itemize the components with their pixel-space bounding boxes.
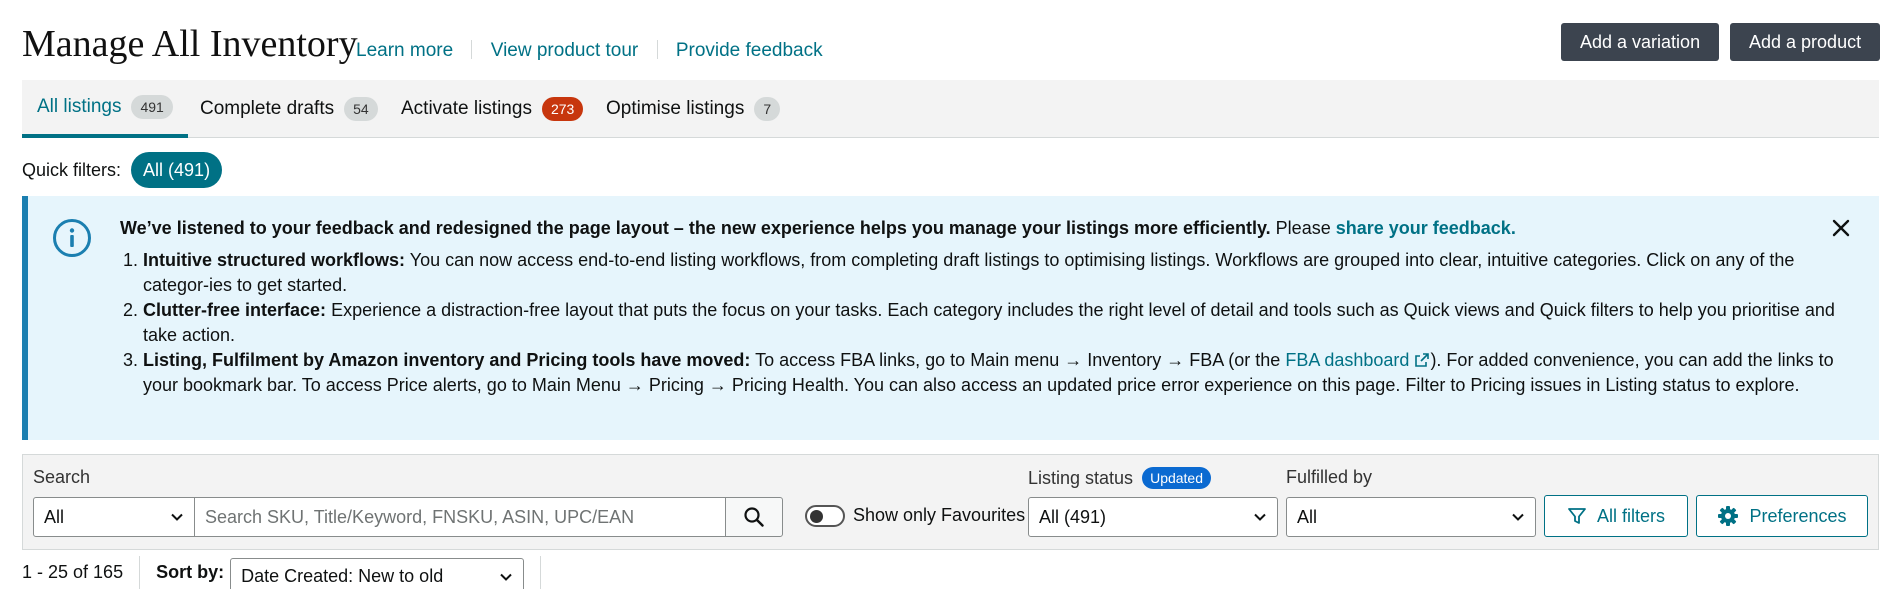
listing-tabs: All listings 491 Complete drafts 54 Acti… [22,80,1879,138]
link-divider [471,40,473,59]
favourites-toggle[interactable] [805,505,845,527]
tab-count-badge: 491 [131,95,173,119]
search-scope-value: All [44,507,65,527]
provide-feedback-link[interactable]: Provide feedback [676,40,823,61]
search-icon [744,507,764,527]
add-variation-button[interactable]: Add a variation [1561,23,1720,61]
tab-count-badge: 7 [754,97,781,121]
tab-activate-listings[interactable]: Activate listings 273 [401,80,584,138]
tab-label: Complete drafts [200,98,335,119]
fulfilled-by-value: All [1297,507,1318,527]
search-input[interactable]: Search SKU, Title/Keyword, FNSKU, ASIN, … [194,497,726,537]
sort-select[interactable]: Date Created: New to old [230,557,525,589]
tab-complete-drafts[interactable]: Complete drafts 54 [200,80,378,138]
tab-label: All listings [37,96,122,117]
view-product-tour-link[interactable]: View product tour [491,40,639,61]
learn-more-link[interactable]: Learn more [356,40,453,61]
fba-dashboard-link[interactable]: FBA dashboard [1285,350,1430,370]
banner-list-item: Intuitive structured workflows: You can … [143,248,1863,298]
quick-filters: Quick filters: All (491) [22,152,223,188]
close-icon[interactable] [1829,216,1853,240]
banner-list-item: Listing, Fulfilment by Amazon inventory … [143,348,1863,398]
filter-icon [1568,508,1586,524]
listing-status-label-text: Listing status [1028,468,1134,488]
results-toolbar: 1 - 25 of 165 Sort by: Date Created: New… [22,556,557,589]
filter-panel: Search All Search SKU, Title/Keyword, FN… [22,454,1879,550]
banner-list: Intuitive structured workflows: You can … [143,248,1863,398]
preferences-label: Preferences [1749,505,1847,526]
sort-label: Sort by: [156,562,225,582]
page-header: Manage All Inventory Learn more View pro… [22,18,1881,68]
tab-optimise-listings[interactable]: Optimise listings 7 [606,80,781,138]
results-range: 1 - 25 of 165 [22,562,124,582]
fulfilled-by-select[interactable]: All [1286,497,1536,537]
tab-count-badge: 273 [541,97,584,121]
fulfilled-by-label: Fulfilled by [1286,467,1373,487]
banner-headline-bold: We’ve listened to your feedback and rede… [120,218,1271,238]
banner-list-item: Clutter-free interface: Experience a dis… [143,298,1863,348]
info-banner: We’ve listened to your feedback and rede… [22,196,1879,440]
sort-value: Date Created: New to old [241,565,444,586]
search-placeholder: Search SKU, Title/Keyword, FNSKU, ASIN, … [205,507,635,527]
updated-badge: Updated [1142,467,1212,489]
external-link-icon [1415,353,1430,367]
toggle-knob [810,510,823,523]
banner-item-title: Listing, Fulfilment by Amazon inventory … [143,350,751,370]
chevron-down-icon [1512,513,1524,521]
chevron-down-icon [1254,513,1266,521]
toolbar-divider [139,556,141,589]
chevron-down-icon [171,513,183,521]
add-product-button[interactable]: Add a product [1730,23,1881,61]
search-scope-select[interactable]: All [33,497,195,537]
banner-headline: We’ve listened to your feedback and rede… [120,218,1516,239]
header-links: Learn more View product tour Provide fee… [356,40,823,62]
quick-filter-chip-all[interactable]: All (491) [131,152,223,188]
info-icon [53,219,91,257]
banner-item-title: Clutter-free interface: [143,300,327,320]
share-feedback-link[interactable]: share your feedback. [1336,218,1516,238]
all-filters-button[interactable]: All filters [1544,495,1688,537]
banner-headline-tail: Please [1275,218,1331,238]
tab-count-badge: 54 [344,97,378,121]
toolbar-divider [540,556,542,589]
fba-dashboard-link-text: FBA dashboard [1285,350,1410,370]
tab-label: Activate listings [401,98,532,119]
tab-all-listings[interactable]: All listings 491 [22,80,188,138]
listing-status-label: Listing status Updated [1028,467,1212,489]
banner-item-text: To access FBA links, go to Main menu → I… [755,350,1281,370]
gear-icon [1718,506,1739,526]
favourites-label: Show only Favourites [853,505,1026,525]
listing-status-value: All (491) [1039,507,1107,527]
chevron-down-icon [500,573,512,581]
preferences-button[interactable]: Preferences [1696,495,1868,537]
quick-filters-label: Quick filters: [22,159,122,180]
tab-label: Optimise listings [606,98,745,119]
link-divider [656,40,658,59]
page-title: Manage All Inventory [22,23,358,65]
banner-item-title: Intuitive structured workflows: [143,250,406,270]
banner-item-text: Experience a distraction-free layout tha… [143,300,1835,345]
all-filters-label: All filters [1596,505,1665,526]
listing-status-select[interactable]: All (491) [1028,497,1278,537]
search-label: Search [33,467,91,487]
search-button[interactable] [725,497,783,537]
